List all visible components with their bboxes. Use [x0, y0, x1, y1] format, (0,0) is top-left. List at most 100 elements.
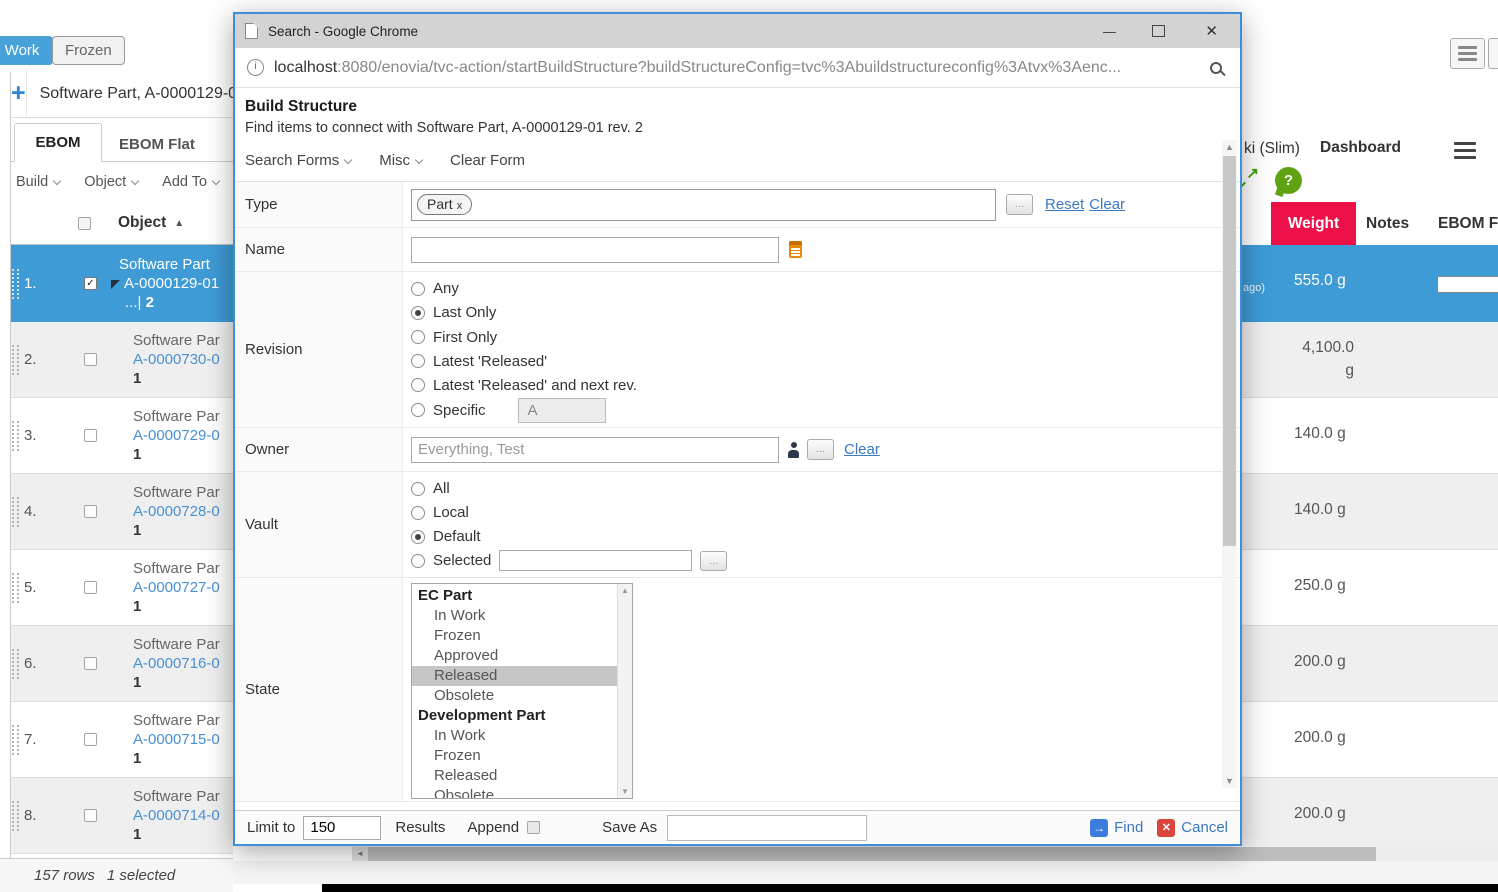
- nav-wiki-link[interactable]: ki (Slim): [1244, 140, 1300, 158]
- radio-icon-selected[interactable]: [411, 530, 425, 544]
- menu-clear-form[interactable]: Clear Form: [450, 152, 525, 169]
- chip-remove-icon[interactable]: x: [457, 200, 463, 212]
- scrollbar-thumb[interactable]: [368, 847, 1376, 861]
- table-row[interactable]: 5. Software Par A-0000727-0 1: [11, 550, 233, 626]
- nav-dashboard-link[interactable]: Dashboard: [1320, 139, 1401, 157]
- owner-browse-button[interactable]: ...: [807, 439, 834, 460]
- table-row[interactable]: 6. Software Par A-0000716-0 1: [11, 626, 233, 702]
- state-option[interactable]: Frozen: [412, 746, 617, 766]
- row-checkbox[interactable]: [84, 429, 97, 442]
- scrollbar-thumb[interactable]: [1223, 156, 1236, 546]
- listbox-scrollbar[interactable]: ▲ ▼: [617, 584, 632, 798]
- revision-option-specific[interactable]: Specific A: [411, 399, 606, 421]
- append-checkbox[interactable]: [527, 821, 540, 834]
- table-row[interactable]: 140.0 g: [1242, 474, 1498, 550]
- add-button[interactable]: +: [11, 70, 27, 117]
- drag-handle-icon[interactable]: [12, 801, 19, 831]
- layout-menu-button[interactable]: [1450, 38, 1485, 69]
- row-name-link[interactable]: A-0000714-0: [133, 806, 220, 825]
- window-titlebar[interactable]: Search - Google Chrome — ✕: [235, 14, 1240, 48]
- horizontal-scrollbar[interactable]: ◄: [352, 847, 1498, 861]
- row-name-link[interactable]: A-0000715-0: [133, 730, 220, 749]
- type-chip[interactable]: Part x: [417, 194, 472, 215]
- revision-option-any[interactable]: Any: [411, 278, 459, 299]
- find-icon[interactable]: →: [1090, 819, 1108, 837]
- state-option[interactable]: Frozen: [412, 626, 617, 646]
- info-icon[interactable]: i: [247, 59, 264, 76]
- scroll-left-icon[interactable]: ◄: [352, 847, 368, 861]
- sort-asc-icon[interactable]: ▲: [174, 218, 184, 229]
- tree-expander-icon[interactable]: [111, 280, 120, 289]
- radio-icon[interactable]: [411, 482, 425, 496]
- row-name-link[interactable]: A-0000728-0: [133, 502, 220, 521]
- clear-link[interactable]: Clear: [1089, 196, 1125, 213]
- row-name-link[interactable]: A-0000716-0: [133, 654, 220, 673]
- save-as-input[interactable]: [667, 815, 867, 841]
- state-option[interactable]: Obsolete: [412, 786, 617, 799]
- table-row[interactable]: 200.0 g: [1242, 702, 1498, 778]
- table-row[interactable]: 3. Software Par A-0000729-0 1: [11, 398, 233, 474]
- vault-option-selected[interactable]: Selected ...: [411, 550, 727, 571]
- state-option[interactable]: In Work: [412, 606, 617, 626]
- help-icon[interactable]: ?: [1275, 167, 1302, 194]
- vault-selected-input[interactable]: [499, 550, 692, 571]
- state-option[interactable]: Released: [412, 766, 617, 786]
- url-bar[interactable]: i localhost:8080/enovia/tvc-action/start…: [235, 48, 1240, 88]
- scroll-up-icon[interactable]: ▲: [618, 586, 632, 595]
- specific-revision-input[interactable]: A: [518, 398, 606, 423]
- minimize-button[interactable]: —: [1094, 24, 1124, 39]
- hamburger-menu-icon[interactable]: [1454, 142, 1476, 159]
- tab-frozen[interactable]: Frozen: [52, 36, 125, 65]
- inline-edit-input[interactable]: [1437, 276, 1498, 293]
- drag-handle-icon[interactable]: [12, 497, 19, 527]
- owner-input[interactable]: [411, 437, 779, 463]
- type-input[interactable]: Part x: [411, 189, 996, 221]
- table-row[interactable]: 2. Software Par A-0000730-0 1: [11, 322, 233, 398]
- type-browse-button[interactable]: ...: [1006, 194, 1033, 215]
- table-row[interactable]: 140.0 g: [1242, 398, 1498, 474]
- select-all-checkbox[interactable]: [78, 217, 91, 230]
- person-icon[interactable]: [788, 442, 799, 458]
- revision-option-latest-next[interactable]: Latest 'Released' and next rev.: [411, 375, 637, 396]
- tab-ebom-flat[interactable]: EBOM Flat: [109, 136, 205, 153]
- drag-handle-icon[interactable]: [12, 725, 19, 755]
- radio-icon[interactable]: [411, 354, 425, 368]
- row-name-link[interactable]: A-0000727-0: [133, 578, 220, 597]
- drag-handle-icon[interactable]: [12, 649, 19, 679]
- table-row[interactable]: 8. Software Par A-0000714-0 1: [11, 778, 233, 854]
- expand-window-icon[interactable]: ↗ ↙: [1242, 167, 1259, 193]
- revision-option-last-only[interactable]: Last Only: [411, 302, 496, 323]
- column-header-object[interactable]: Object: [118, 214, 166, 232]
- tab-in-work[interactable]: In Work: [0, 36, 53, 65]
- reset-link[interactable]: Reset: [1045, 196, 1084, 213]
- drag-handle-icon[interactable]: [12, 573, 19, 603]
- close-button[interactable]: ✕: [1205, 22, 1218, 40]
- revision-option-first-only[interactable]: First Only: [411, 326, 497, 347]
- table-row[interactable]: 1. ✓ Software Part A-0000129-01 ...| 2: [11, 245, 233, 322]
- row-checkbox[interactable]: [84, 809, 97, 822]
- state-option[interactable]: In Work: [412, 726, 617, 746]
- owner-clear-link[interactable]: Clear: [844, 441, 880, 458]
- vault-browse-button[interactable]: ...: [700, 551, 727, 571]
- table-row[interactable]: 4. Software Par A-0000728-0 1: [11, 474, 233, 550]
- table-row[interactable]: 200.0 g: [1242, 778, 1498, 854]
- row-name-link[interactable]: A-0000129-01: [111, 274, 219, 293]
- row-name-link[interactable]: A-0000730-0: [133, 350, 220, 369]
- radio-icon[interactable]: [411, 506, 425, 520]
- clipboard-icon[interactable]: [789, 241, 802, 258]
- radio-icon[interactable]: [411, 403, 425, 417]
- row-name-link[interactable]: A-0000729-0: [133, 426, 220, 445]
- radio-icon[interactable]: [411, 282, 425, 296]
- row-checkbox[interactable]: [84, 505, 97, 518]
- column-header-weight[interactable]: Weight: [1271, 202, 1356, 245]
- revision-option-latest-released[interactable]: Latest 'Released': [411, 351, 547, 372]
- column-header-notes[interactable]: Notes: [1366, 202, 1409, 245]
- radio-icon[interactable]: [411, 330, 425, 344]
- row-checkbox[interactable]: [84, 733, 97, 746]
- row-checkbox[interactable]: [84, 657, 97, 670]
- cancel-button[interactable]: Cancel: [1181, 819, 1228, 836]
- limit-input[interactable]: [303, 816, 381, 840]
- column-header-ebom[interactable]: EBOM F: [1438, 202, 1498, 245]
- name-input[interactable]: [411, 237, 779, 263]
- state-option[interactable]: Approved: [412, 646, 617, 666]
